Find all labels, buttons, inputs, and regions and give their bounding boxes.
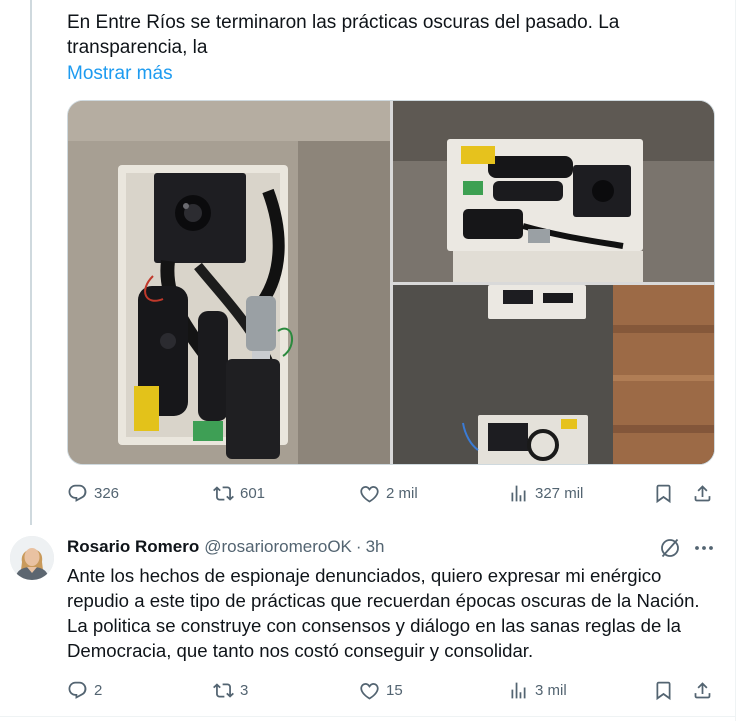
share-icon <box>694 681 711 698</box>
reply-count: 326 <box>94 484 120 502</box>
reply-count: 2 <box>94 681 103 699</box>
thread-connector-line <box>30 0 32 525</box>
views-button[interactable]: 327 mil <box>508 481 583 505</box>
avatar[interactable] <box>10 536 54 580</box>
tweet-photo[interactable] <box>393 101 714 282</box>
share-button[interactable] <box>692 678 713 702</box>
column-border <box>735 0 736 721</box>
repost-button[interactable]: 601 <box>213 481 265 505</box>
more-icon[interactable] <box>692 536 716 560</box>
tweet-text: Ante los hechos de espionaje denunciados… <box>67 565 700 661</box>
author-handle[interactable]: @rosarioromeroOK <box>204 537 352 557</box>
repost-icon <box>213 682 234 698</box>
like-count: 15 <box>386 681 403 699</box>
show-more-link[interactable]: Mostrar más <box>67 61 173 86</box>
divider <box>0 716 736 717</box>
share-button[interactable] <box>692 481 713 505</box>
like-count: 2 mil <box>386 484 418 502</box>
views-icon <box>511 485 526 501</box>
repost-count: 3 <box>240 681 249 699</box>
timestamp[interactable]: 3h <box>366 537 385 557</box>
share-icon <box>694 484 711 501</box>
repost-icon <box>213 485 234 501</box>
tweet-header: Rosario Romero @rosarioromeroOK · 3h <box>67 536 384 558</box>
tweet-photo[interactable] <box>393 285 714 464</box>
tweet-photo[interactable] <box>68 101 390 464</box>
tweet-actions-bar: 326 601 2 mil 327 mil <box>67 481 717 505</box>
bookmark-icon <box>656 681 671 700</box>
views-count: 327 mil <box>535 484 584 502</box>
reply-icon <box>68 681 87 699</box>
like-button[interactable]: 2 mil <box>359 481 418 505</box>
tweet-text: En Entre Ríos se terminaron las práctica… <box>67 12 620 58</box>
like-icon <box>360 485 379 502</box>
views-button[interactable]: 3 mil <box>508 678 567 702</box>
reply-button[interactable]: 326 <box>67 481 119 505</box>
views-icon <box>511 682 526 698</box>
repost-button[interactable]: 3 <box>213 678 248 702</box>
grok-icon[interactable] <box>658 536 682 560</box>
tweet-media-grid <box>67 100 715 465</box>
views-count: 3 mil <box>535 681 567 699</box>
author-name[interactable]: Rosario Romero <box>67 537 199 557</box>
separator-dot: · <box>355 537 362 556</box>
reply-button[interactable]: 2 <box>67 678 102 702</box>
bookmark-button[interactable] <box>653 481 674 505</box>
like-icon <box>360 682 379 699</box>
tweet-actions-bar: 2 3 15 3 mil <box>67 678 717 702</box>
bookmark-button[interactable] <box>653 678 674 702</box>
bookmark-icon <box>656 484 671 503</box>
like-button[interactable]: 15 <box>359 678 403 702</box>
repost-count: 601 <box>240 484 266 502</box>
reply-icon <box>68 484 87 502</box>
